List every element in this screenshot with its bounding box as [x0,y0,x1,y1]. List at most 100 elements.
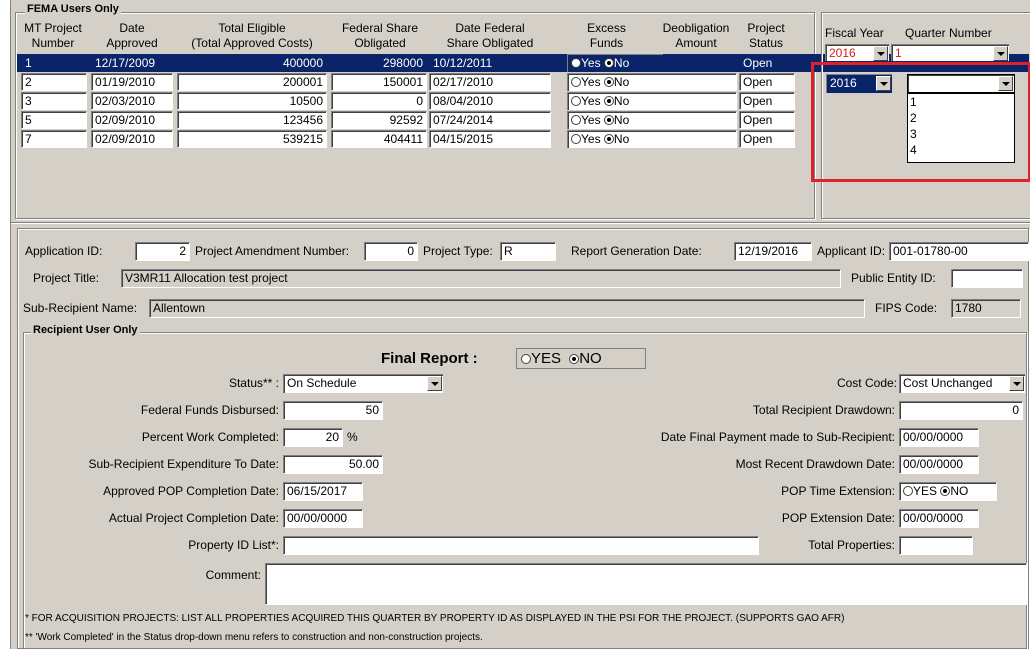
excess-yes-radio[interactable] [571,115,581,125]
total-properties-field[interactable] [899,536,973,555]
excess-no-radio[interactable] [603,96,614,106]
pop-ext-radio-group: YES NO [899,482,997,501]
cost-code-label: Cost Code: [836,376,897,390]
highlight-annotation-box [811,62,1030,182]
pop-ext-yes-radio[interactable] [903,486,913,496]
cell-federal-share: 298000 [331,54,427,72]
pct-label: Percent Work Completed: [141,430,279,444]
chevron-down-icon[interactable] [873,46,888,61]
expenditure-field[interactable]: 50.00 [283,455,383,474]
col-mt-project-number: MT Project Number [24,21,82,50]
excess-yes-radio[interactable] [571,58,581,68]
header-quarter-select[interactable]: 1 [891,44,1009,61]
cell-deobligation-amount[interactable] [651,111,737,129]
cell-project-status: Open [739,130,795,148]
fema-group-title: FEMA Users Only [25,3,121,15]
comment-field[interactable] [265,563,1027,605]
actual-completion-label: Actual Project Completion Date: [108,511,279,525]
cell-federal-share-date: 10/12/2011 [429,54,551,72]
fed-disbursed-label: Federal Funds Disbursed: [140,403,279,417]
cell-project-number: 7 [21,130,87,148]
cell-project-status: Open [739,111,795,129]
col-total-eligible: Total Eligible (Total Approved Costs) [191,21,313,50]
recent-drawdown-label: Most Recent Drawdown Date: [735,457,895,471]
report-window: FEMA Users Only MT Project Number Date App… [10,0,1030,649]
applicant-id-field: 001-01780-00 [889,242,1029,261]
cell-date-approved: 02/03/2010 [91,92,173,110]
subrecipient-label: Sub-Recipient Name: [23,301,138,315]
cell-total-eligible: 123456 [177,111,327,129]
cell-project-status: Open [739,92,795,110]
recent-drawdown-field[interactable]: 00/00/0000 [899,455,979,474]
final-yes-radio[interactable] [521,354,531,364]
pop-ext-no-radio[interactable] [940,486,951,496]
work-completed-note: ** 'Work Completed' in the Status drop-d… [25,632,483,643]
total-drawdown-field[interactable]: 0 [899,401,1023,420]
final-payment-field[interactable]: 00/00/0000 [899,428,979,447]
fed-disbursed-field[interactable]: 50 [283,401,383,420]
excess-yes-radio[interactable] [571,77,581,87]
col-federal-share: Federal Share Obligated [341,21,419,50]
total-properties-label: Total Properties: [808,538,895,552]
project-title-field: V3MR11 Allocation test project [121,269,841,288]
col-date-federal-share: Date Federal Share Obligated [446,21,534,50]
cell-federal-share: 404411 [331,130,427,148]
cell-federal-share-date: 07/24/2014 [429,111,551,129]
excess-no-radio[interactable] [603,77,614,87]
cell-date-approved: 01/19/2010 [91,73,173,91]
pct-field[interactable]: 20 [283,428,343,447]
pop-completion-field[interactable]: 06/15/2017 [283,482,363,501]
cell-federal-share: 150001 [331,73,427,91]
excess-no-radio[interactable] [603,134,614,144]
cell-federal-share: 0 [331,92,427,110]
excess-yes-radio[interactable] [571,96,581,106]
cell-project-status: Open [739,54,795,72]
cell-total-eligible: 10500 [177,92,327,110]
application-id-label: Application ID: [25,244,103,258]
cell-federal-share: 92592 [331,111,427,129]
cell-deobligation-amount[interactable] [651,130,737,148]
actual-completion-field[interactable]: 00/00/0000 [283,509,363,528]
excess-yes-radio[interactable] [571,134,581,144]
chevron-down-icon[interactable] [993,46,1008,61]
final-no-radio[interactable] [569,354,580,364]
report-date-field: 12/19/2016 [734,242,812,261]
header-fiscal-year-select[interactable]: 2016 [825,44,889,61]
final-report-label: Final Report : [381,350,478,367]
fiscal-year-label: Fiscal Year [825,26,884,40]
excess-funds-radio-group: Yes No [567,130,663,148]
property-list-label: Property ID List*: [188,538,279,552]
project-type-field: R [500,242,556,261]
excess-no-radio[interactable] [603,115,614,125]
cell-deobligation-amount[interactable] [651,92,737,110]
comment-label: Comment: [205,568,261,582]
fips-field: 1780 [951,299,1021,318]
final-payment-label: Date Final Payment made to Sub-Recipient… [660,430,895,444]
cell-project-number: 1 [21,54,87,72]
cell-deobligation-amount[interactable] [651,54,737,72]
pop-ext-date-field[interactable]: 00/00/0000 [899,509,979,528]
cell-project-number: 2 [21,73,87,91]
excess-funds-radio-group: Yes No [567,54,663,72]
status-select[interactable]: On Schedule [283,374,443,393]
recipient-group-title: Recipient User Only [31,324,140,336]
cell-deobligation-amount[interactable] [651,73,737,91]
pop-ext-date-label: POP Extension Date: [781,511,895,525]
chevron-down-icon[interactable] [427,376,442,391]
applicant-id-label: Applicant ID: [817,244,886,258]
cost-code-select[interactable]: Cost Unchanged [899,374,1025,393]
total-drawdown-label: Total Recipient Drawdown: [752,403,895,417]
public-entity-label: Public Entity ID: [851,271,936,285]
chevron-down-icon[interactable] [1009,376,1024,391]
col-excess-funds: Excess Funds [587,21,626,50]
excess-no-radio[interactable] [603,58,614,68]
expenditure-label: Sub-Recipient Expenditure To Date: [88,457,279,471]
cell-total-eligible: 200001 [177,73,327,91]
divider [11,222,1030,224]
project-title-label: Project Title: [33,271,100,285]
cell-federal-share-date: 08/04/2010 [429,92,551,110]
amendment-field: 0 [364,242,418,261]
public-entity-field [951,269,1023,288]
application-id-field: 2 [135,242,190,261]
amendment-label: Project Amendment Number: [195,244,350,258]
